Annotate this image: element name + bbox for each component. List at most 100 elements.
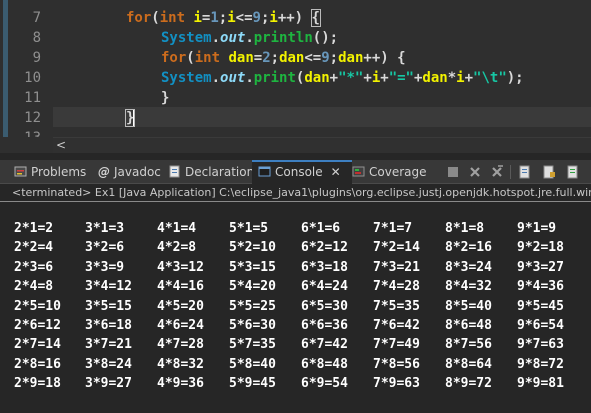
output-cell: 7*6=42: [373, 317, 420, 333]
output-cell: 9*6=54: [517, 317, 564, 333]
line-number: 10: [24, 70, 41, 86]
code-line[interactable]: 7 for(int i=1;i<=9;i++) {: [0, 8, 591, 28]
output-cell: 6*6=36: [301, 317, 348, 333]
output-cell: 7*9=63: [373, 376, 420, 392]
output-cell: 3*6=18: [85, 317, 132, 333]
tab-problems[interactable]: Problems: [14, 160, 86, 184]
output-cell: 8*8=64: [445, 356, 492, 372]
code-text: for(int i=1;i<=9;i++) {: [126, 9, 322, 27]
scroll-lock-icon[interactable]: [542, 165, 556, 179]
output-cell: 7*1=7: [373, 221, 413, 236]
output-cell: 6*9=54: [301, 376, 348, 392]
declaration-icon: [169, 165, 180, 178]
output-cell: 6*8=48: [301, 356, 348, 372]
output-cell: 2*5=10: [14, 298, 61, 314]
output-cell: 9*3=27: [517, 259, 564, 275]
tab-label: Declaration: [185, 165, 255, 179]
output-cell: 4*4=16: [157, 279, 204, 295]
tab-javadoc[interactable]: @ Javadoc: [98, 160, 161, 184]
output-cell: 4*2=8: [157, 240, 197, 256]
terminate-icon[interactable]: [446, 165, 460, 179]
javadoc-icon: @: [98, 165, 110, 179]
output-cell: 4*3=12: [157, 259, 204, 275]
output-cell: 2*4=8: [14, 279, 54, 295]
output-cell: 4*7=28: [157, 337, 204, 353]
output-cell: 2*6=12: [14, 317, 61, 333]
output-line: 2*1=2 3*1=3 4*1=4 5*1=5 6*1=6 7*1=7 8*1=8 9*1=9: [14, 219, 591, 238]
code-text: }: [161, 90, 170, 106]
output-cell: 6*1=6: [301, 221, 341, 236]
output-cell: 2*1=2: [14, 221, 54, 236]
line-number: 8: [32, 30, 41, 46]
code-line[interactable]: 10 System.out.print(dan+"*"+i+"="+dan*i+"…: [0, 68, 591, 88]
output-line: 2*4=8 3*4=12 4*4=16 5*4=20 6*4=24 7*4=28 8*4=3…: [14, 277, 591, 296]
output-cell: 8*1=8: [445, 221, 485, 236]
line-number: 12: [24, 110, 41, 126]
code-line[interactable]: 9 for(int dan=2;dan<=9;dan++) {: [0, 48, 591, 68]
remove-launch-icon[interactable]: [468, 165, 482, 179]
tab-declaration[interactable]: Declaration: [168, 160, 254, 184]
word-wrap-icon[interactable]: [566, 165, 580, 179]
output-cell: 3*1=3: [85, 221, 125, 236]
output-cell: 6*2=12: [301, 240, 348, 256]
output-cell: 5*6=30: [229, 317, 276, 333]
output-cell: 8*2=16: [445, 240, 492, 256]
output-cell: 9*5=45: [517, 298, 564, 314]
toolbar-separator: [510, 165, 511, 179]
output-line: 2*6=12 3*6=18 4*6=24 5*6=30 6*6=36 7*6=42 8*6=…: [14, 316, 591, 335]
tab-label: Console: [275, 165, 323, 179]
line-number: 7: [32, 10, 41, 26]
code-line[interactable]: 13: [0, 128, 591, 137]
line-number: 11: [24, 90, 41, 106]
scroll-left-icon[interactable]: <: [56, 138, 66, 153]
output-line: 2*9=18 3*9=27 4*9=36 5*9=45 6*9=54 7*9=63 8*9=…: [14, 374, 591, 393]
output-cell: 4*6=24: [157, 317, 204, 333]
tab-coverage[interactable]: Coverage: [352, 160, 427, 184]
remove-all-terminated-icon[interactable]: [490, 165, 504, 179]
output-line: 2*5=10 3*5=15 4*5=20 5*5=25 6*5=30 7*5=35 8*5=…: [14, 297, 591, 316]
output-cell: 5*4=20: [229, 279, 276, 295]
output-cell: 2*3=6: [14, 259, 54, 275]
problems-icon: [14, 166, 27, 177]
tab-label: Coverage: [369, 165, 427, 179]
output-cell: 4*1=4: [157, 221, 197, 236]
console-output[interactable]: 2*1=2 3*1=3 4*1=4 5*1=5 6*1=6 7*1=7 8*1=8 9*1=9…: [14, 219, 591, 394]
output-cell: 9*9=81: [517, 376, 564, 392]
output-cell: 4*9=36: [157, 376, 204, 392]
output-cell: 9*8=72: [517, 356, 564, 372]
output-cell: 8*4=32: [445, 279, 492, 295]
output-cell: 9*2=18: [517, 240, 564, 256]
output-cell: 9*1=9: [517, 221, 557, 236]
output-cell: 5*9=45: [229, 376, 276, 392]
output-cell: 6*3=18: [301, 259, 348, 275]
output-cell: 3*2=6: [85, 240, 125, 256]
code-editor[interactable]: 7 for(int i=1;i<=9;i++) {8 System.out.prin…: [0, 0, 591, 137]
output-line: 2*7=14 3*7=21 4*7=28 5*7=35 6*7=42 7*7=49 8*7=…: [14, 335, 591, 354]
output-cell: 7*3=21: [373, 259, 420, 275]
output-cell: 3*9=27: [85, 376, 132, 392]
output-cell: 8*7=56: [445, 337, 492, 353]
view-tab-bar: Problems @ Javadoc Declaration Console ✕ C…: [0, 160, 591, 184]
code-text: for(int dan=2;dan<=9;dan++) {: [161, 50, 406, 66]
output-line: 2*2=4 3*2=6 4*2=8 5*2=10 6*2=12 7*2=14 8*2=16 9…: [14, 238, 591, 257]
line-number: 9: [32, 50, 41, 66]
output-cell: 8*9=72: [445, 376, 492, 392]
output-line: 2*8=16 3*8=24 4*8=32 5*8=40 6*8=48 7*8=56 8*8=…: [14, 355, 591, 374]
output-cell: 4*8=32: [157, 356, 204, 372]
coverage-icon: [352, 166, 365, 177]
close-icon[interactable]: ✕: [331, 165, 341, 179]
output-cell: 5*2=10: [229, 240, 276, 256]
horizontal-scrollbar[interactable]: <: [53, 137, 591, 153]
code-line[interactable]: 8 System.out.println();: [0, 28, 591, 48]
code-line[interactable]: 12}: [0, 108, 591, 128]
text-caret: [133, 110, 134, 126]
output-cell: 6*4=24: [301, 279, 348, 295]
code-line[interactable]: 11}: [0, 88, 591, 108]
output-cell: 6*5=30: [301, 298, 348, 314]
output-cell: 7*2=14: [373, 240, 420, 256]
gutter-bottom: [0, 137, 53, 153]
output-cell: 8*3=24: [445, 259, 492, 275]
clear-console-icon[interactable]: [518, 165, 532, 179]
output-cell: 7*5=35: [373, 298, 420, 314]
tab-console[interactable]: Console ✕: [252, 160, 352, 184]
